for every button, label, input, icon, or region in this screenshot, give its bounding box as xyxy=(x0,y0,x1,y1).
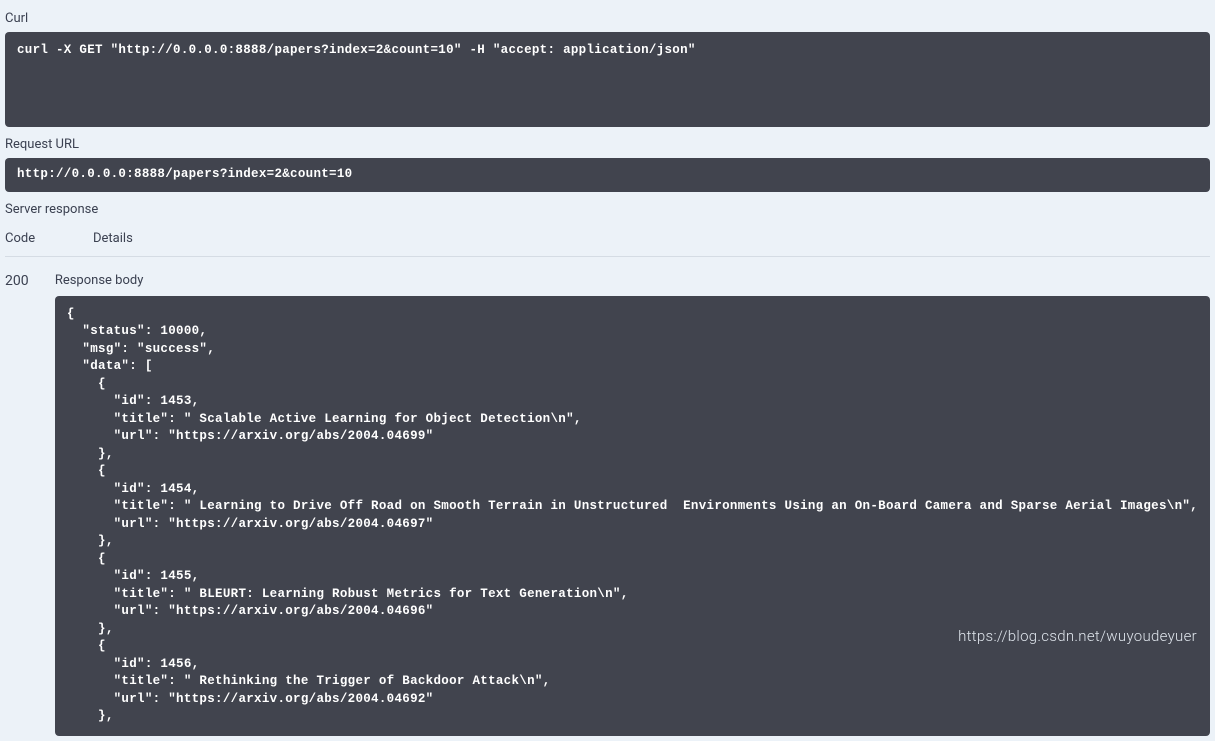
response-body-label: Response body xyxy=(55,273,1210,288)
details-header: Details xyxy=(93,231,1210,246)
curl-section: Curl curl -X GET "http://0.0.0.0:8888/pa… xyxy=(5,11,1210,127)
response-details: Response body { "status": 10000, "msg": … xyxy=(55,273,1210,736)
watermark: https://blog.csdn.net/wuyoudeyuer xyxy=(958,627,1197,645)
server-response-section: Server response Code Details 200 Respons… xyxy=(5,202,1210,736)
server-response-label: Server response xyxy=(5,202,1210,217)
curl-label: Curl xyxy=(5,11,1210,26)
response-body-block[interactable]: { "status": 10000, "msg": "success", "da… xyxy=(55,296,1210,736)
request-url-label: Request URL xyxy=(5,137,1210,152)
request-url-block[interactable]: http://0.0.0.0:8888/papers?index=2&count… xyxy=(5,158,1210,192)
code-header: Code xyxy=(5,231,93,246)
request-url-section: Request URL http://0.0.0.0:8888/papers?i… xyxy=(5,137,1210,192)
response-table-header: Code Details xyxy=(5,223,1210,257)
response-row: 200 Response body { "status": 10000, "ms… xyxy=(5,273,1210,736)
curl-command-block[interactable]: curl -X GET "http://0.0.0.0:8888/papers?… xyxy=(5,32,1210,127)
status-code: 200 xyxy=(5,273,55,736)
